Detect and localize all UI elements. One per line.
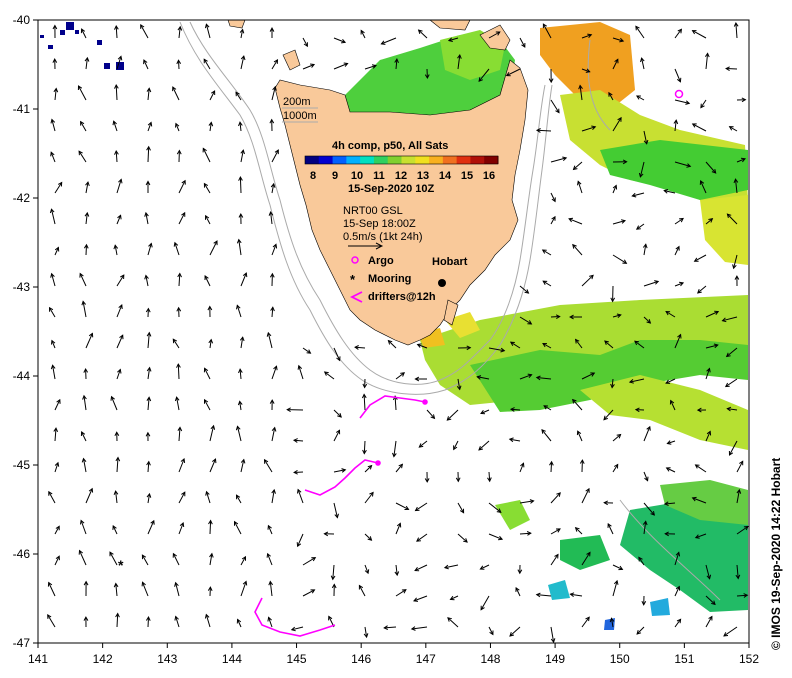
current-source: NRT00 GSL <box>343 205 403 217</box>
colorbar-segment <box>484 156 499 164</box>
longitude-axis: 141 142 143 144 145 146 147 148 149 150 151 152 <box>28 643 759 666</box>
hobart-marker <box>438 279 446 287</box>
lon-tick-label: 141 <box>28 652 48 666</box>
hobart-label: Hobart <box>432 256 468 268</box>
lat-tick-label: -40 <box>13 13 31 27</box>
lat-tick-label: -45 <box>13 458 31 472</box>
depth-label-200m: 200m <box>283 96 311 108</box>
lon-tick-label: 149 <box>545 652 565 666</box>
colorbar-segment <box>360 156 375 164</box>
sst-cold-8 <box>40 35 44 38</box>
colorbar-label: 13 <box>417 170 429 182</box>
lon-tick-label: 150 <box>610 652 630 666</box>
drifter-legend-label: drifters@12h <box>368 291 436 303</box>
lon-tick-label: 144 <box>222 652 242 666</box>
depth-label-1000m: 1000m <box>283 110 317 122</box>
colorbar-segment <box>373 156 389 164</box>
lon-tick-label: 142 <box>93 652 113 666</box>
sst-cold-3 <box>75 30 79 34</box>
colorbar-segment <box>442 156 458 164</box>
lon-tick-label: 152 <box>739 652 759 666</box>
current-arrow-shaft <box>239 177 242 194</box>
colorbar-segment <box>456 156 471 164</box>
colorbar-segment <box>318 156 334 164</box>
colorbar-label: 8 <box>310 170 316 182</box>
colorbar-label: 16 <box>483 170 495 182</box>
lat-tick-label: -44 <box>13 369 31 383</box>
colorbar-label: 10 <box>351 170 363 182</box>
lat-tick-label: -43 <box>13 280 31 294</box>
sst-cold-4 <box>97 40 102 45</box>
sst-legend-title: 4h comp, p50, All Sats <box>332 140 448 152</box>
current-scale: 0.5m/s (1kt 24h) <box>343 231 422 243</box>
sst-cold-6 <box>104 63 110 69</box>
current-arrow-shaft <box>209 520 212 535</box>
colorbar-segment <box>415 156 430 164</box>
drifter-end-1 <box>422 399 428 405</box>
argo-legend-label: Argo <box>368 255 394 267</box>
sst-date: 15-Sep-2020 10Z <box>348 183 434 195</box>
latitude-axis: -40 -41 -42 -43 -44 -45 -46 -47 <box>13 13 38 650</box>
lon-tick-label: 143 <box>157 652 177 666</box>
mooring-marker-southwest: * <box>118 557 124 573</box>
colorbar-segment <box>429 156 444 164</box>
lat-tick-label: -47 <box>13 636 31 650</box>
colorbar-segment <box>332 156 347 164</box>
sst-colorbar-labels: 8 9 10 11 12 13 14 15 16 <box>310 170 495 182</box>
sea-surface-temperature-map: * Hobart 200m 1000m 4h comp, p50, All Sa… <box>13 13 783 666</box>
colorbar-segment <box>346 156 361 164</box>
lon-tick-label: 148 <box>480 652 500 666</box>
lat-tick-label: -42 <box>13 191 31 205</box>
lat-tick-label: -41 <box>13 102 31 116</box>
colorbar-label: 15 <box>461 170 473 182</box>
lon-tick-label: 147 <box>416 652 436 666</box>
current-arrow-shaft <box>536 129 552 132</box>
colorbar-label: 14 <box>439 170 452 182</box>
colorbar-segment <box>305 156 320 164</box>
lon-tick-label: 146 <box>351 652 371 666</box>
drifter-end-2 <box>375 460 381 466</box>
current-time: 15-Sep 18:00Z <box>343 218 416 230</box>
colorbar-segment <box>387 156 402 164</box>
colorbar-segment <box>401 156 416 164</box>
current-arrow-shaft <box>177 364 180 380</box>
colorbar-label: 12 <box>395 170 407 182</box>
sst-cold-2 <box>60 30 65 35</box>
sst-cold-1 <box>66 22 74 30</box>
lon-tick-label: 151 <box>674 652 694 666</box>
mooring-legend-label: Mooring <box>368 273 411 285</box>
lat-tick-label: -46 <box>13 547 31 561</box>
current-arrow-shaft <box>147 146 150 163</box>
sst-cold-5 <box>48 45 53 49</box>
lon-tick-label: 145 <box>287 652 307 666</box>
colorbar-label: 11 <box>373 170 385 182</box>
colorbar-segment <box>470 156 485 164</box>
current-arrow-shaft <box>116 613 119 628</box>
copyright-credit: © IMOS 19-Sep-2020 14:22 Hobart <box>769 458 783 650</box>
sst-colorbar <box>304 155 499 165</box>
colorbar-label: 9 <box>332 170 338 182</box>
